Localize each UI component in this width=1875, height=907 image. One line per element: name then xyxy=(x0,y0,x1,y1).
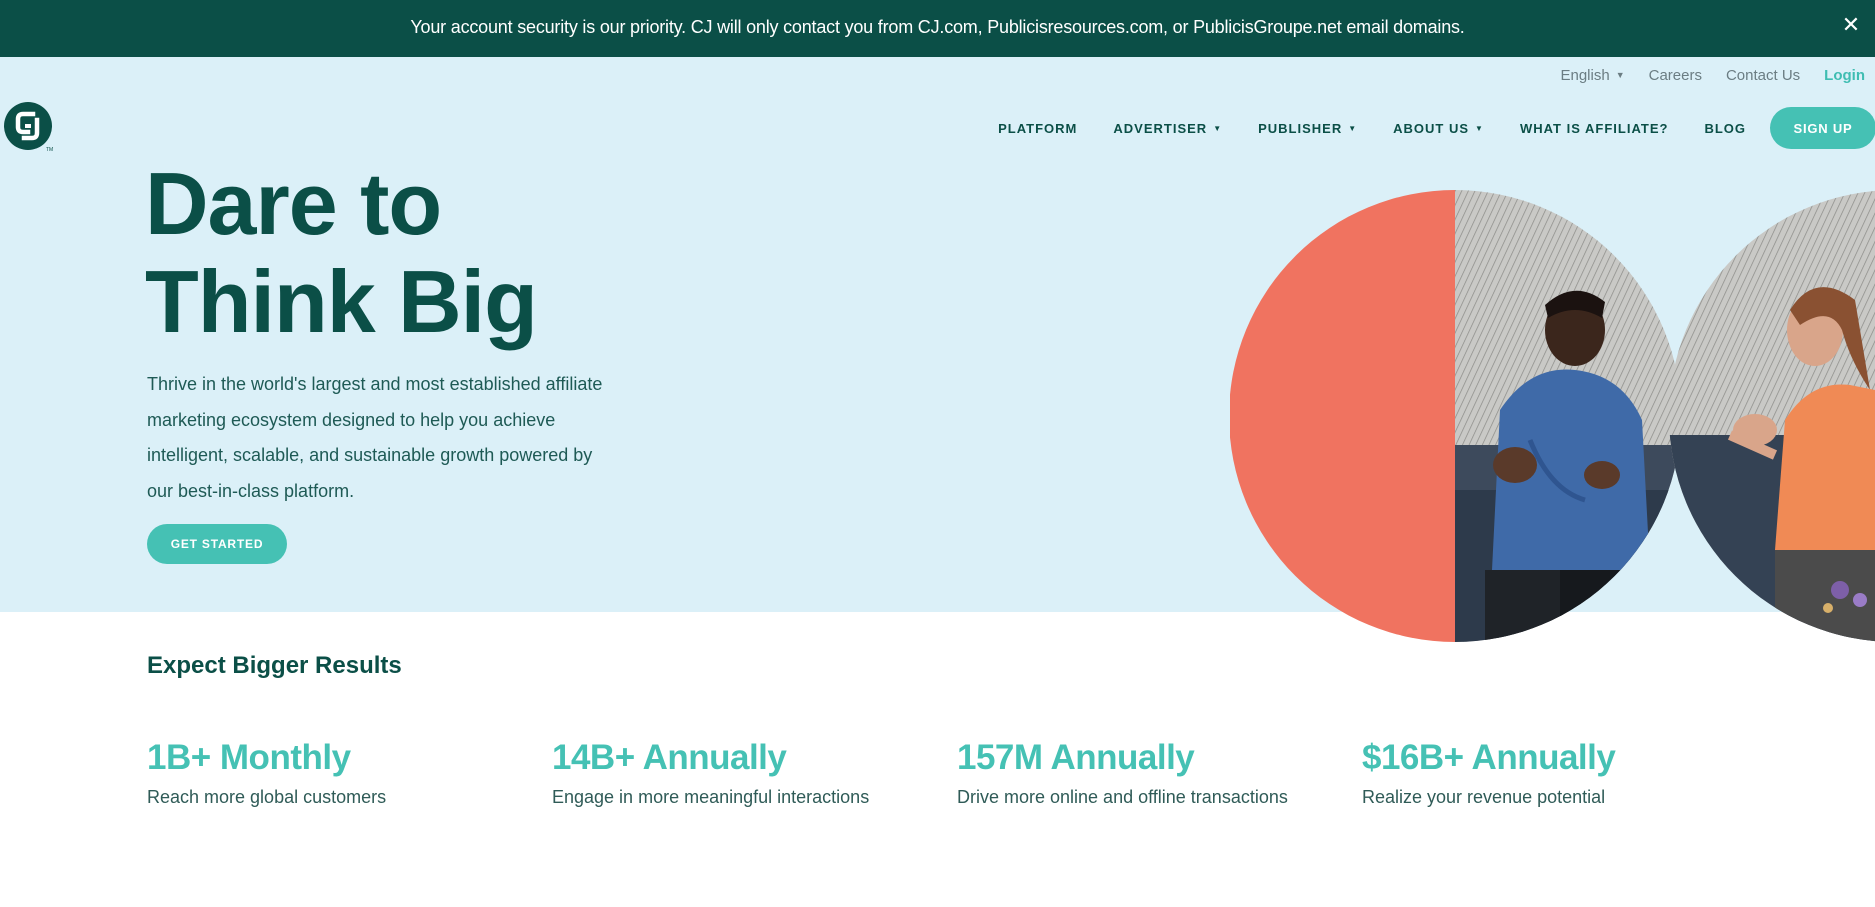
security-banner: Your account security is our priority. C… xyxy=(0,0,1875,57)
stat-label: Realize your revenue potential xyxy=(1362,787,1606,807)
hero-title: Dare to Think Big xyxy=(145,154,538,351)
nav-advertiser-label: ADVERTISER xyxy=(1113,120,1208,136)
stat-item: 14B+ Annually Engage in more meaningful … xyxy=(552,738,869,808)
stat-label: Engage in more meaningful interactions xyxy=(552,787,870,807)
banner-message: Your account security is our priority. C… xyxy=(410,17,1465,37)
careers-link[interactable]: Careers xyxy=(1649,67,1702,84)
chevron-down-icon: ▼ xyxy=(1475,123,1484,133)
hero-title-line-1: Dare to xyxy=(145,154,442,253)
nav-publisher-label: PUBLISHER xyxy=(1258,120,1343,136)
signup-button[interactable]: SIGN UP xyxy=(1770,107,1875,149)
get-started-button[interactable]: GET STARTED xyxy=(147,524,287,564)
contact-link[interactable]: Contact Us xyxy=(1726,67,1800,84)
hero-title-line-2: Think Big xyxy=(145,252,538,351)
stat-value: 14B+ Annually xyxy=(552,738,787,777)
stat-item: $16B+ Annually Realize your revenue pote… xyxy=(1362,738,1616,808)
nav-publisher[interactable]: PUBLISHER ▼ xyxy=(1258,121,1357,136)
language-selector[interactable]: English ▼ xyxy=(1560,67,1624,84)
results-title: Expect Bigger Results xyxy=(147,652,402,679)
stat-item: 1B+ Monthly Reach more global customers xyxy=(147,738,386,808)
stat-value: 1B+ Monthly xyxy=(147,738,351,777)
stat-value: $16B+ Annually xyxy=(1362,738,1616,777)
nav-platform-label: PLATFORM xyxy=(998,120,1078,136)
login-link[interactable]: Login xyxy=(1824,67,1865,84)
hero-illustration xyxy=(1230,190,1875,650)
cj-logo[interactable]: TM xyxy=(3,101,55,153)
stat-label: Reach more global customers xyxy=(147,787,387,807)
chevron-down-icon: ▼ xyxy=(1348,123,1358,133)
nav-what-is-affiliate[interactable]: WHAT IS AFFILIATE? xyxy=(1520,121,1668,136)
nav-about-us[interactable]: ABOUT US ▼ xyxy=(1393,121,1484,136)
hero-photo-collage xyxy=(1230,190,1875,642)
close-icon[interactable]: ✕ xyxy=(1839,13,1863,37)
main-nav: PLATFORM ADVERTISER ▼ PUBLISHER ▼ ABOUT US… xyxy=(998,107,1875,149)
chevron-down-icon: ▼ xyxy=(1213,123,1223,133)
nav-advertiser[interactable]: ADVERTISER ▼ xyxy=(1113,121,1222,136)
nav-what-is-affiliate-label: WHAT IS AFFILIATE? xyxy=(1519,120,1669,136)
nav-platform[interactable]: PLATFORM xyxy=(998,121,1077,136)
stat-value: 157M Annually xyxy=(957,738,1195,777)
nav-blog[interactable]: BLOG xyxy=(1704,121,1746,136)
utility-nav: English ▼ Careers Contact Us Login xyxy=(1536,67,1865,84)
language-label: English xyxy=(1560,67,1610,84)
svg-text:TM: TM xyxy=(46,147,53,153)
cj-logo-icon: TM xyxy=(4,102,53,153)
nav-about-us-label: ABOUT US xyxy=(1393,120,1470,136)
nav-blog-label: BLOG xyxy=(1704,120,1746,136)
hero-description: Thrive in the world's largest and most e… xyxy=(147,374,603,501)
stat-item: 157M Annually Drive more online and offl… xyxy=(957,738,1288,808)
chevron-down-icon: ▼ xyxy=(1615,70,1625,80)
stat-label: Drive more online and offline transactio… xyxy=(957,787,1288,807)
